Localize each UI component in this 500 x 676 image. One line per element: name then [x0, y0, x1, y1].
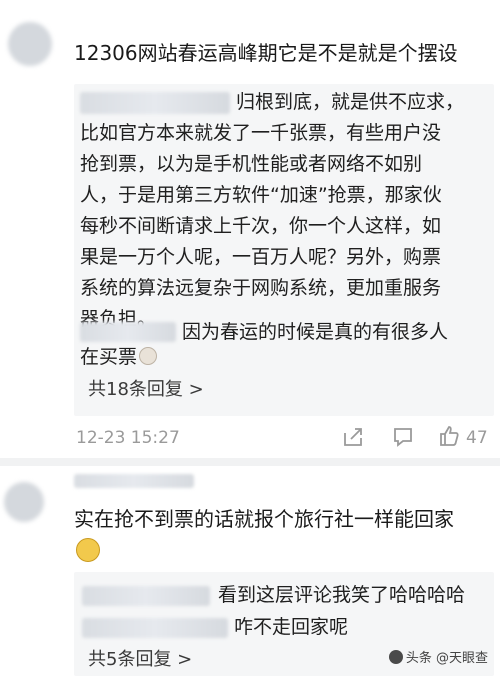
reply-line: 每秒不间断请求上千次，你一个人这样，如: [80, 215, 442, 237]
reply-line: 系统的算法远复杂于网购系统，更加重服务: [80, 277, 442, 299]
watermark: 头条 @天眼查: [388, 647, 488, 666]
reply-line: 抢到票，以为是手机性能或者网络不如别: [80, 153, 423, 175]
share-icon[interactable]: [342, 426, 364, 448]
shrug-emoji-icon: [76, 538, 100, 562]
reply-line: 咋不走回家呢: [234, 616, 349, 638]
reply-username-blurred[interactable]: [80, 92, 230, 114]
reply-line: 归根到底，就是供不应求，: [236, 91, 465, 113]
commenter-avatar[interactable]: [8, 22, 52, 66]
comment-icon[interactable]: [392, 426, 414, 448]
reply-username-blurred[interactable]: [82, 586, 210, 606]
like-icon[interactable]: [438, 425, 460, 447]
comment-divider: [0, 458, 500, 466]
reply-line: 在买票: [80, 342, 158, 373]
toutiao-logo-icon: [388, 649, 403, 664]
reply-line: 看到这层评论我笑了哈哈哈哈: [218, 584, 466, 606]
comment-timestamp: 12-23 15:27: [76, 428, 180, 448]
reply-line: 因为春运的时候是真的有很多人: [182, 321, 449, 343]
reply-username-blurred[interactable]: [80, 322, 176, 342]
reply-line: 人，于是用第三方软件“加速”抢票，那家伙: [80, 184, 442, 206]
reply-line: 比如官方本来就发了一千张票，有些用户没: [80, 122, 442, 144]
commenter-username-blurred[interactable]: [74, 474, 194, 488]
reply-username-blurred[interactable]: [82, 618, 228, 638]
comment-text: 实在抢不到票的话就报个旅行社一样能回家: [74, 507, 454, 531]
commenter-avatar[interactable]: [4, 482, 44, 522]
watermark-text: 头条 @天眼查: [405, 651, 488, 666]
like-count: 47: [466, 428, 488, 448]
comment-text: 12306网站春运高峰期它是不是就是个摆设: [74, 41, 458, 65]
view-more-replies-link[interactable]: 共18条回复 >: [88, 378, 204, 402]
reply-line: 果是一万个人呢，一百万人呢？另外，购票: [80, 246, 442, 268]
view-more-replies-link[interactable]: 共5条回复 >: [88, 648, 192, 672]
laughing-tears-emoji-icon: [139, 347, 158, 365]
reply-line-text: 在买票: [80, 346, 138, 368]
